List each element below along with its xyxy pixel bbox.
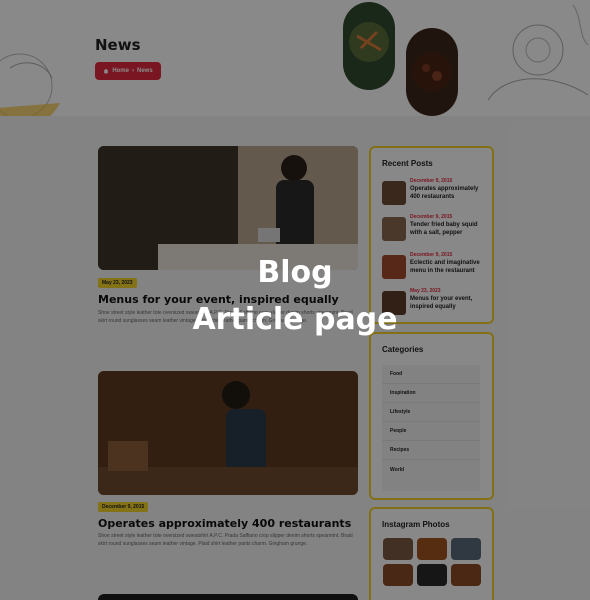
preview-overlay: Blog Article page	[0, 0, 590, 600]
overlay-heading: Blog	[257, 255, 333, 290]
overlay-subheading: Article page	[192, 302, 398, 337]
